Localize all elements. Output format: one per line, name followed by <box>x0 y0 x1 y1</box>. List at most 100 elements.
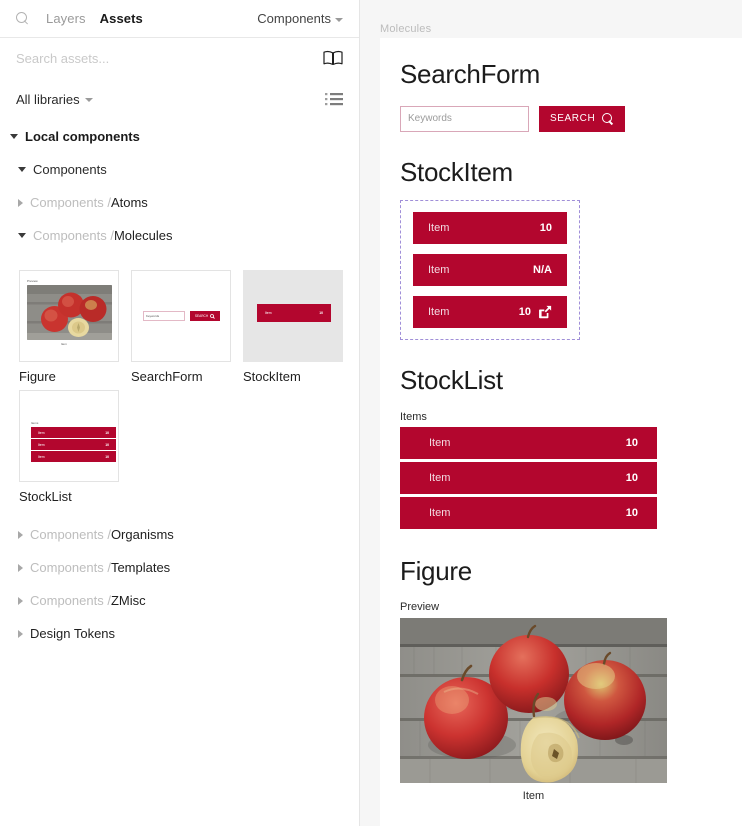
tree-item-components-zmisc[interactable]: Components / ZMisc <box>0 584 359 617</box>
thumb-items-label: Items <box>31 421 39 425</box>
stockitem-row[interactable]: Item N/A <box>413 254 567 287</box>
tree-item-components-templates[interactable]: Components / Templates <box>0 551 359 584</box>
apple-photo <box>400 618 667 784</box>
stocklist-row[interactable]: Item 10 <box>400 496 657 529</box>
search-icon <box>602 112 614 125</box>
tree-item-design-tokens[interactable]: Design Tokens <box>0 617 359 650</box>
thumb-item-name: Item <box>38 454 45 459</box>
tree-item-prefix: Components / <box>30 560 111 575</box>
section-title: Figure <box>400 555 472 586</box>
stockitem-thumbnail[interactable]: Item 10 <box>243 270 343 362</box>
chevron-down-icon <box>84 98 93 102</box>
all-libraries-dropdown[interactable]: All libraries <box>16 92 93 107</box>
sidebar-tabbar: Layers Assets Components <box>0 0 359 38</box>
thumb-stock-row: Item 10 <box>31 439 116 450</box>
stockitem-row[interactable]: Item 10 <box>413 212 567 245</box>
thumb-item-value: 10 <box>105 442 109 447</box>
tree-item-label: Molecules <box>113 228 173 243</box>
stocklist-item-name: Item <box>429 436 451 449</box>
list-view-icon[interactable] <box>325 92 343 106</box>
component-tree-lower: Components / Organisms Components / Temp… <box>0 518 359 660</box>
asset-cell-searchform: Keywords SEARCH SearchForm <box>131 270 231 384</box>
search-button-label: SEARCH <box>550 113 596 125</box>
search-icon[interactable] <box>16 11 30 26</box>
stocklist-thumbnail[interactable]: Items Item 10 Item 10 Item 10 <box>19 390 119 482</box>
tree-item-prefix: Components / <box>30 527 111 542</box>
stockitem-name: Item <box>428 306 450 319</box>
asset-name: StockList <box>19 489 72 504</box>
chevron-down-icon <box>335 17 343 22</box>
canvas-area[interactable]: Molecules SearchForm SEARCH St <box>360 0 742 826</box>
tree-item-label: ZMisc <box>110 593 146 608</box>
search-assets-input[interactable] <box>16 50 323 66</box>
apple-photo <box>27 285 112 340</box>
thumb-item-name: Item <box>265 311 272 315</box>
searchform-component: SEARCH <box>400 105 722 132</box>
app-root: Layers Assets Components All libraries <box>0 0 742 826</box>
thumb-search-button: SEARCH <box>190 311 220 321</box>
open-book-icon[interactable] <box>323 50 343 66</box>
triangle-collapsed-icon <box>18 198 23 207</box>
stocklist-item-name: Item <box>429 471 451 484</box>
figure-preview-label: Preview <box>400 601 440 614</box>
section-figure: Figure Preview Item <box>400 555 722 803</box>
stocklist-component: Item 10 Item 10 Item 10 <box>400 426 657 529</box>
tab-layers[interactable]: Layers <box>46 11 86 26</box>
thumb-keywords-field: Keywords <box>143 311 185 321</box>
thumb-preview-label: Preview <box>27 279 38 283</box>
asset-name: StockItem <box>243 369 301 384</box>
frame-label: Molecules <box>380 23 432 35</box>
stocklist-label: Items <box>400 410 427 423</box>
asset-thumbnail-grid: Preview Item Figure Keywords SEARCH Sear… <box>0 262 360 510</box>
stockitem-variants-group[interactable]: Item 10 Item N/A Item 10 <box>400 200 580 341</box>
thumb-keywords-label: Keywords <box>146 314 160 318</box>
asset-cell-figure: Preview Item Figure <box>19 270 119 384</box>
keywords-input[interactable] <box>400 105 529 132</box>
libraries-row: All libraries <box>0 78 359 120</box>
searchform-thumbnail[interactable]: Keywords SEARCH <box>131 270 231 362</box>
tree-item-components[interactable]: Components <box>0 153 359 186</box>
asset-name: SearchForm <box>131 369 203 384</box>
thumb-search-label: SEARCH <box>194 314 209 318</box>
triangle-expanded-icon <box>18 167 26 172</box>
tree-item-label: Templates <box>110 560 171 575</box>
search-button[interactable]: SEARCH <box>539 105 626 132</box>
tree-item-components-organisms[interactable]: Components / Organisms <box>0 518 359 551</box>
tab-assets[interactable]: Assets <box>100 11 143 26</box>
components-filter-dropdown[interactable]: Components <box>257 11 343 26</box>
section-stocklist: StockList Items Item 10 Item 10 Item 10 <box>400 366 722 529</box>
asset-name: Figure <box>19 369 56 384</box>
tree-item-local-components[interactable]: Local components <box>0 120 359 153</box>
external-link-icon[interactable] <box>538 305 552 319</box>
section-title: SearchForm <box>400 59 541 89</box>
triangle-collapsed-icon <box>18 629 23 638</box>
triangle-collapsed-icon <box>18 596 23 605</box>
stocklist-item-name: Item <box>429 506 451 519</box>
stockitem-row[interactable]: Item 10 <box>413 296 567 329</box>
stocklist-item-value: 10 <box>625 436 638 449</box>
section-stockitem: StockItem Item 10 Item N/A Item 10 <box>400 157 722 341</box>
thumb-item-name: Item <box>38 430 45 435</box>
figure-caption: Item <box>522 790 545 803</box>
section-title: StockList <box>400 365 503 396</box>
stocklist-item-value: 10 <box>625 471 638 484</box>
molecules-frame[interactable]: SearchForm SEARCH StockItem Item <box>380 38 742 826</box>
thumb-stock-row: Item 10 <box>31 451 116 462</box>
tree-item-components-atoms[interactable]: Components / Atoms <box>0 186 359 219</box>
thumb-item-value: 10 <box>105 454 109 459</box>
triangle-expanded-icon <box>10 134 18 139</box>
tree-item-label: Local components <box>25 129 140 144</box>
stocklist-row[interactable]: Item 10 <box>400 461 657 494</box>
component-tree-upper: Local components Components Components /… <box>0 120 359 262</box>
triangle-collapsed-icon <box>18 563 23 572</box>
figure-thumbnail[interactable]: Preview Item <box>19 270 119 362</box>
tree-item-components-molecules[interactable]: Components / Molecules <box>0 219 359 252</box>
stocklist-row[interactable]: Item 10 <box>400 426 657 459</box>
tree-item-label: Atoms <box>110 195 148 210</box>
asset-cell-stockitem: Item 10 StockItem <box>243 270 343 384</box>
tree-item-prefix: Components / <box>30 195 111 210</box>
thumb-item-caption: Item <box>61 342 67 346</box>
stockitem-value-group: 10 <box>540 222 552 234</box>
stockitem-name: Item <box>428 222 450 235</box>
assets-search-row <box>0 38 359 78</box>
